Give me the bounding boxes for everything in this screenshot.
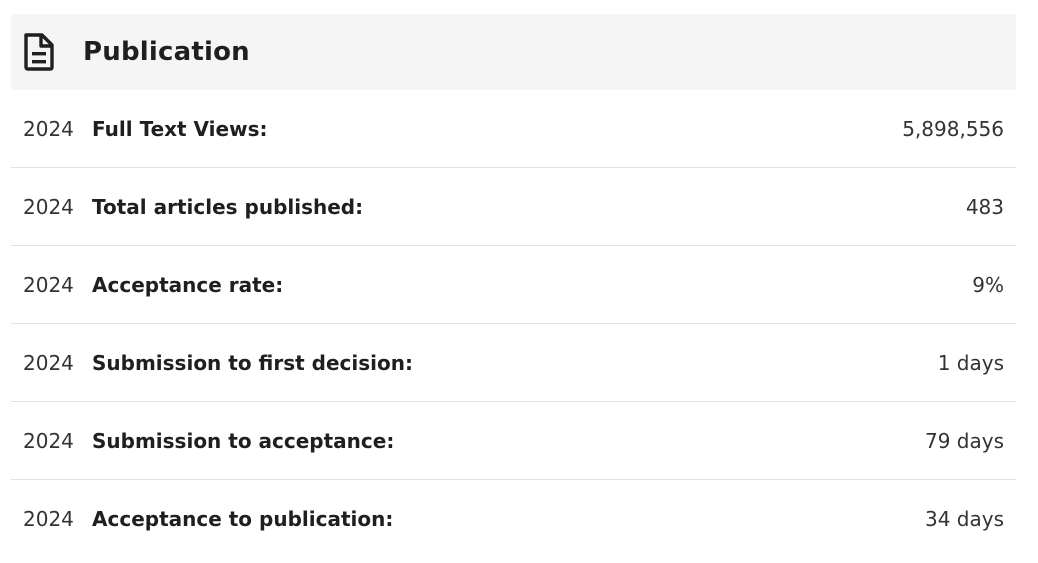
- stat-row-total-articles: 2024 Total articles published: 483: [11, 168, 1016, 246]
- stat-label: Submission to first decision:: [92, 350, 413, 375]
- stat-row-acceptance-to-publication: 2024 Acceptance to publication: 34 days: [11, 480, 1016, 558]
- stat-year: 2024: [23, 350, 74, 375]
- stat-year: 2024: [23, 194, 74, 219]
- document-icon: [21, 32, 57, 72]
- stat-year: 2024: [23, 507, 74, 531]
- stat-year: 2024: [23, 272, 74, 297]
- stat-year: 2024: [23, 428, 74, 453]
- stat-year: 2024: [23, 116, 74, 141]
- publication-panel: Publication 2024 Full Text Views: 5,898,…: [11, 14, 1016, 558]
- stat-label: Full Text Views:: [92, 116, 268, 141]
- stat-label: Total articles published:: [92, 194, 364, 219]
- stat-row-submission-to-first-decision: 2024 Submission to first decision: 1 day…: [11, 324, 1016, 402]
- stat-value: 9%: [972, 272, 1004, 297]
- stat-row-submission-to-acceptance: 2024 Submission to acceptance: 79 days: [11, 402, 1016, 480]
- stat-value: 79 days: [924, 428, 1004, 453]
- stat-row-acceptance-rate: 2024 Acceptance rate: 9%: [11, 246, 1016, 324]
- stat-value: 34 days: [924, 507, 1004, 531]
- stat-label: Acceptance rate:: [92, 272, 284, 297]
- stat-label: Acceptance to publication:: [92, 507, 394, 531]
- stat-value: 483: [965, 194, 1004, 219]
- section-header: Publication: [11, 14, 1016, 90]
- stat-value: 1 days: [937, 350, 1004, 375]
- section-title: Publication: [83, 37, 250, 67]
- stat-value: 5,898,556: [902, 116, 1004, 141]
- stat-label: Submission to acceptance:: [92, 428, 395, 453]
- stat-row-full-text-views: 2024 Full Text Views: 5,898,556: [11, 90, 1016, 168]
